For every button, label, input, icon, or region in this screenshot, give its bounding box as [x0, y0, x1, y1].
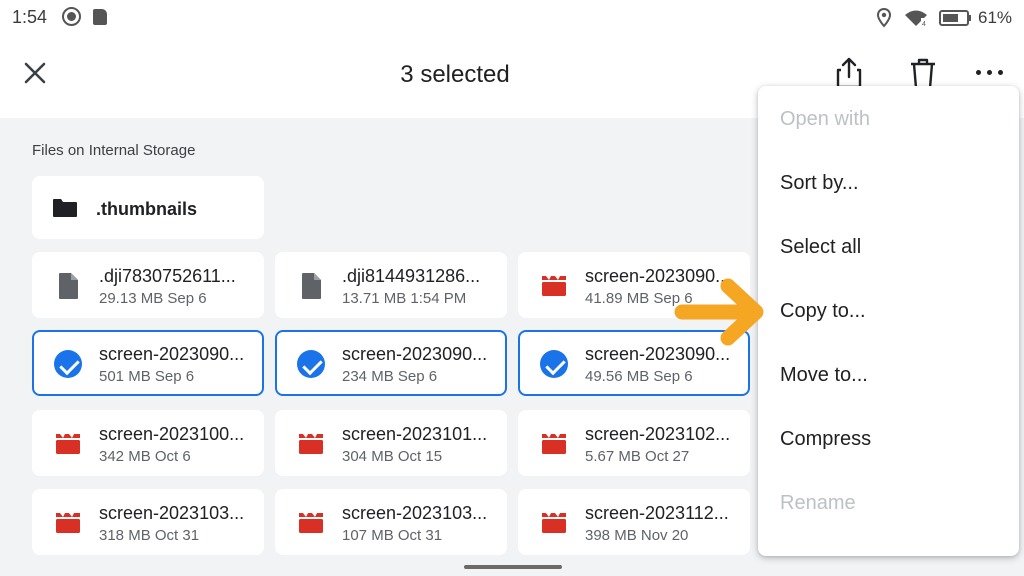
file-card[interactable]: .dji8144931286... 13.71 MB 1:54 PM: [275, 252, 507, 318]
check-icon[interactable]: [540, 350, 568, 378]
video-icon: [56, 513, 80, 533]
file-meta: 342 MB Oct 6: [99, 448, 191, 465]
overflow-menu: Open with Sort by... Select all Copy to.…: [758, 86, 1019, 556]
file-meta: 29.13 MB Sep 6: [99, 290, 207, 307]
more-dot: [987, 70, 992, 75]
video-icon: [542, 513, 566, 533]
file-meta: 234 MB Sep 6: [342, 368, 438, 385]
selection-count-title: 3 selected: [400, 61, 510, 88]
video-icon: [56, 434, 80, 454]
wifi-icon: 4: [905, 10, 927, 27]
file-card[interactable]: screen-2023103... 107 MB Oct 31: [275, 489, 507, 555]
more-dot: [976, 70, 981, 75]
more-dot: [998, 70, 1003, 75]
folder-card[interactable]: .thumbnails: [32, 176, 264, 239]
menu-item-move-to[interactable]: Move to...: [780, 364, 868, 387]
menu-item-rename[interactable]: Rename: [780, 492, 856, 515]
file-meta: 501 MB Sep 6: [99, 368, 195, 385]
menu-item-sort-by[interactable]: Sort by...: [780, 172, 859, 195]
menu-item-select-all[interactable]: Select all: [780, 236, 861, 259]
file-meta: 304 MB Oct 15: [342, 448, 443, 465]
file-card[interactable]: screen-2023103... 318 MB Oct 31: [32, 489, 264, 555]
battery-percent: 61%: [978, 8, 1013, 27]
location-icon: [876, 8, 892, 28]
file-meta: 398 MB Nov 20: [585, 527, 689, 544]
more-icon[interactable]: [974, 66, 1006, 80]
menu-item-copy-to[interactable]: Copy to...: [780, 300, 866, 323]
svg-text:4: 4: [922, 21, 926, 27]
annotation-arrow-icon: [674, 278, 764, 346]
file-name: .dji8144931286...: [342, 266, 481, 286]
file-card[interactable]: screen-2023090... 501 MB Sep 6: [32, 330, 264, 396]
status-bar: 1:54 4 61%: [0, 0, 1024, 36]
file-card[interactable]: screen-2023101... 304 MB Oct 15: [275, 410, 507, 476]
file-name: screen-2023102...: [585, 424, 731, 444]
section-title: Files on Internal Storage: [32, 142, 196, 159]
folder-name: .thumbnails: [96, 199, 198, 219]
folder-icon: [53, 199, 77, 217]
file-meta: 5.67 MB Oct 27: [585, 448, 690, 465]
file-name: screen-2023103...: [342, 503, 488, 523]
check-icon[interactable]: [297, 350, 325, 378]
file-name: screen-2023101...: [342, 424, 488, 444]
file-card[interactable]: screen-2023090... 234 MB Sep 6: [275, 330, 507, 396]
check-icon[interactable]: [54, 350, 82, 378]
file-name: screen-2023103...: [99, 503, 245, 523]
video-icon: [299, 434, 323, 454]
file-card[interactable]: screen-2023102... 5.67 MB Oct 27: [518, 410, 750, 476]
file-meta: 318 MB Oct 31: [99, 527, 200, 544]
menu-item-compress[interactable]: Compress: [780, 428, 871, 451]
sd-card-icon: [93, 9, 107, 25]
video-icon: [542, 434, 566, 454]
menu-item-open-with[interactable]: Open with: [780, 108, 870, 131]
file-name: screen-2023090...: [99, 344, 245, 364]
scroll-indicator[interactable]: [464, 565, 562, 569]
file-name: screen-2023112...: [585, 503, 729, 523]
file-card[interactable]: screen-2023112... 398 MB Nov 20: [518, 489, 750, 555]
file-meta: 13.71 MB 1:54 PM: [342, 290, 467, 307]
video-icon: [299, 513, 323, 533]
share-icon[interactable]: [834, 56, 864, 90]
status-time: 1:54: [12, 7, 48, 27]
video-icon: [542, 276, 566, 296]
document-icon: [302, 273, 321, 299]
file-name: screen-2023100...: [99, 424, 245, 444]
file-name: screen-2023090...: [342, 344, 488, 364]
file-meta: 49.56 MB Sep 6: [585, 368, 693, 385]
file-meta: 107 MB Oct 31: [342, 527, 443, 544]
screen-record-icon: [62, 7, 81, 26]
file-name: .dji7830752611...: [99, 266, 236, 286]
file-card[interactable]: screen-2023100... 342 MB Oct 6: [32, 410, 264, 476]
document-icon: [59, 273, 78, 299]
file-card[interactable]: .dji7830752611... 29.13 MB Sep 6: [32, 252, 264, 318]
battery-icon: [939, 10, 971, 26]
